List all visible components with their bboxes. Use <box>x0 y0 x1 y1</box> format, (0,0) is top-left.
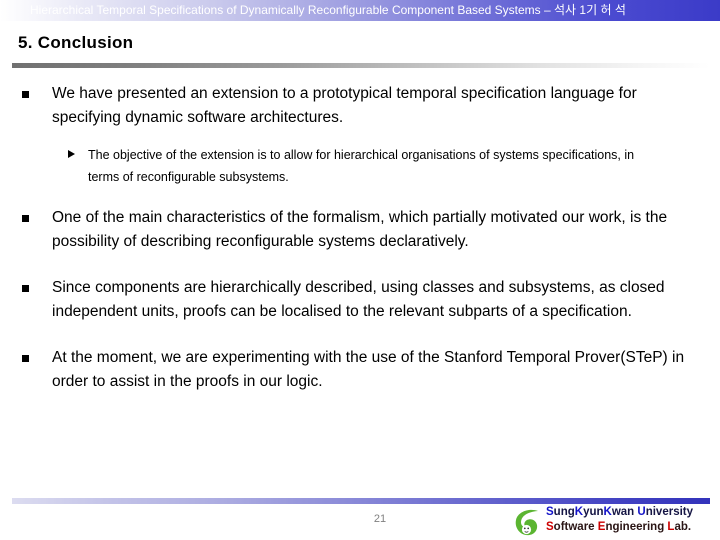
triangle-bullet-icon <box>68 150 75 158</box>
sub-bullet-item: The objective of the extension is to all… <box>0 144 720 188</box>
lab-name: Software Engineering Lab. <box>546 520 693 535</box>
bullet-item: At the moment, we are experimenting with… <box>0 346 720 394</box>
bullet-item: Since components are hierarchically desc… <box>0 276 720 324</box>
bullet-text: One of the main characteristics of the f… <box>52 209 668 250</box>
page-title: 5. Conclusion <box>18 33 134 52</box>
bullet-text: We have presented an extension to a prot… <box>52 85 637 126</box>
lab-name-part: oftware <box>553 521 598 533</box>
organization-branding: SungKyunKwan University Software Enginee… <box>512 505 720 539</box>
university-name-part: U <box>637 506 646 518</box>
slide-body: We have presented an extension to a prot… <box>0 78 720 408</box>
title-divider <box>12 63 710 68</box>
university-name-part: K <box>574 506 584 518</box>
university-name-part: yun <box>583 506 604 518</box>
university-name: SungKyunKwan University <box>546 505 693 520</box>
lab-name-part: ngineering <box>605 521 668 533</box>
header-banner: Hierarchical Temporal Specifications of … <box>0 0 720 21</box>
sub-bullet-text: The objective of the extension is to all… <box>88 148 635 184</box>
bullet-item: We have presented an extension to a prot… <box>0 82 720 130</box>
university-name-part: niversity <box>645 506 694 518</box>
lab-name-part: S <box>546 521 554 533</box>
square-bullet-icon <box>22 215 29 222</box>
university-name-part: S <box>546 506 554 518</box>
bullet-text: Since components are hierarchically desc… <box>52 279 665 320</box>
university-name-part: ung <box>553 506 575 518</box>
page-number: 21 <box>373 513 387 525</box>
header-title: Hierarchical Temporal Specifications of … <box>30 3 626 17</box>
university-name-part: wan <box>611 506 638 518</box>
footer-divider <box>12 498 710 504</box>
organization-text: SungKyunKwan University Software Enginee… <box>546 505 693 535</box>
lab-name-part: ab. <box>674 521 692 533</box>
university-name-part: K <box>603 506 612 518</box>
bullet-text: At the moment, we are experimenting with… <box>52 349 685 390</box>
square-bullet-icon <box>22 91 29 98</box>
skku-leaf-logo-icon <box>515 509 538 536</box>
square-bullet-icon <box>22 285 29 292</box>
bullet-item: One of the main characteristics of the f… <box>0 206 720 254</box>
square-bullet-icon <box>22 355 29 362</box>
